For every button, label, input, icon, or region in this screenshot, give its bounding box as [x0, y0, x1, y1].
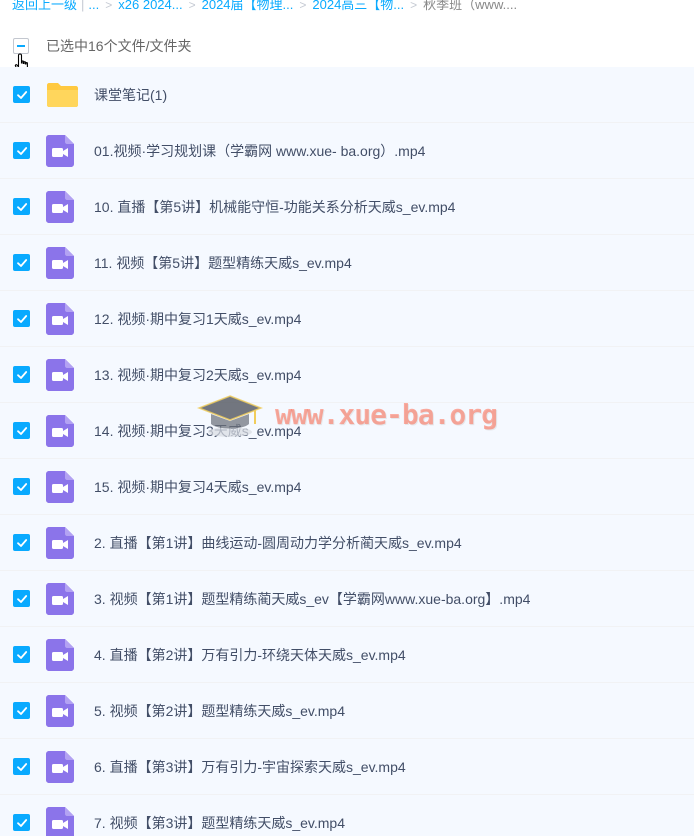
- list-header: 已选中16个文件/文件夹: [0, 28, 694, 75]
- chevron-right-icon: >: [299, 0, 307, 12]
- breadcrumb-divider: |: [81, 0, 85, 12]
- file-row[interactable]: 5. 视频【第2讲】题型精练天威s_ev.mp4: [0, 683, 694, 739]
- file-name[interactable]: 12. 视频·期中复习1天威s_ev.mp4: [94, 309, 301, 329]
- file-name[interactable]: 10. 直播【第5讲】机械能守恒-功能关系分析天威s_ev.mp4: [94, 197, 455, 217]
- checkmark-icon: [16, 818, 27, 827]
- folder-name[interactable]: 课堂笔记(1): [94, 85, 167, 105]
- row-checkbox[interactable]: [13, 86, 30, 103]
- chevron-right-icon: >: [188, 0, 196, 12]
- breadcrumb-item[interactable]: 2024高三【物...: [312, 0, 404, 12]
- file-row[interactable]: 6. 直播【第3讲】万有引力-宇宙探索天威s_ev.mp4: [0, 739, 694, 795]
- video-file-icon: [46, 134, 94, 167]
- video-file-icon: [46, 750, 94, 783]
- file-name[interactable]: 7. 视频【第3讲】题型精练天威s_ev.mp4: [94, 813, 345, 833]
- selection-count-text: 已选中16个文件/文件夹: [46, 38, 192, 54]
- file-name[interactable]: 14. 视频·期中复习3天威s_ev.mp4: [94, 421, 301, 441]
- file-row[interactable]: 14. 视频·期中复习3天威s_ev.mp4: [0, 403, 694, 459]
- checkmark-icon: [16, 314, 27, 323]
- chevron-right-icon: >: [105, 0, 113, 12]
- breadcrumb: 返回上一级 |... > x26 2024... >2024届【物理... >2024高三…: [0, 0, 694, 14]
- video-file-icon: [46, 638, 94, 671]
- breadcrumb-ellipsis[interactable]: ...: [88, 0, 99, 12]
- file-list: 课堂笔记(1) 01.视频·学习规划课（学霸网 www.xue- ba.org）.…: [0, 67, 694, 836]
- file-name[interactable]: 4. 直播【第2讲】万有引力-环绕天体天威s_ev.mp4: [94, 645, 406, 665]
- checkmark-icon: [16, 762, 27, 771]
- video-file-icon: [46, 414, 94, 447]
- video-file-icon: [46, 358, 94, 391]
- video-file-icon: [46, 246, 94, 279]
- chevron-right-icon: >: [410, 0, 418, 12]
- checkmark-icon: [16, 258, 27, 267]
- row-checkbox[interactable]: [13, 422, 30, 439]
- checkmark-icon: [16, 650, 27, 659]
- file-name[interactable]: 3. 视频【第1讲】题型精练蔺天威s_ev【学霸网www.xue-ba.org】…: [94, 589, 530, 609]
- row-checkbox[interactable]: [13, 814, 30, 831]
- checkmark-icon: [16, 370, 27, 379]
- file-name[interactable]: 11. 视频【第5讲】题型精练天威s_ev.mp4: [94, 253, 352, 273]
- row-checkbox[interactable]: [13, 646, 30, 663]
- file-row[interactable]: 7. 视频【第3讲】题型精练天威s_ev.mp4: [0, 795, 694, 836]
- video-file-icon: [46, 526, 94, 559]
- file-row[interactable]: 11. 视频【第5讲】题型精练天威s_ev.mp4: [0, 235, 694, 291]
- file-row[interactable]: 10. 直播【第5讲】机械能守恒-功能关系分析天威s_ev.mp4: [0, 179, 694, 235]
- row-checkbox[interactable]: [13, 198, 30, 215]
- file-name[interactable]: 13. 视频·期中复习2天威s_ev.mp4: [94, 365, 301, 385]
- file-name[interactable]: 15. 视频·期中复习4天威s_ev.mp4: [94, 477, 301, 497]
- breadcrumb-item[interactable]: x26 2024...: [118, 0, 182, 12]
- row-checkbox[interactable]: [13, 142, 30, 159]
- file-row[interactable]: 12. 视频·期中复习1天威s_ev.mp4: [0, 291, 694, 347]
- row-checkbox[interactable]: [13, 366, 30, 383]
- checkmark-icon: [16, 594, 27, 603]
- file-row[interactable]: 3. 视频【第1讲】题型精练蔺天威s_ev【学霸网www.xue-ba.org】…: [0, 571, 694, 627]
- file-name[interactable]: 2. 直播【第1讲】曲线运动-圆周动力学分析蔺天威s_ev.mp4: [94, 533, 462, 553]
- breadcrumb-item[interactable]: 2024届【物理...: [202, 0, 294, 12]
- file-row[interactable]: 课堂笔记(1): [0, 67, 694, 123]
- row-checkbox[interactable]: [13, 702, 30, 719]
- back-link[interactable]: 返回上一级: [12, 0, 77, 12]
- video-file-icon: [46, 694, 94, 727]
- file-row[interactable]: 4. 直播【第2讲】万有引力-环绕天体天威s_ev.mp4: [0, 627, 694, 683]
- row-checkbox[interactable]: [13, 758, 30, 775]
- row-checkbox[interactable]: [13, 310, 30, 327]
- file-browser: 返回上一级 |... > x26 2024... >2024届【物理... >2024高三…: [0, 0, 694, 836]
- row-checkbox[interactable]: [13, 254, 30, 271]
- video-file-icon: [46, 806, 94, 836]
- file-row[interactable]: 01.视频·学习规划课（学霸网 www.xue- ba.org）.mp4: [0, 123, 694, 179]
- file-row[interactable]: 13. 视频·期中复习2天威s_ev.mp4: [0, 347, 694, 403]
- partial-check-icon: [17, 45, 25, 47]
- file-row[interactable]: 2. 直播【第1讲】曲线运动-圆周动力学分析蔺天威s_ev.mp4: [0, 515, 694, 571]
- checkmark-icon: [16, 202, 27, 211]
- file-row[interactable]: 15. 视频·期中复习4天威s_ev.mp4: [0, 459, 694, 515]
- row-checkbox[interactable]: [13, 590, 30, 607]
- video-file-icon: [46, 190, 94, 223]
- checkmark-icon: [16, 538, 27, 547]
- video-file-icon: [46, 302, 94, 335]
- video-file-icon: [46, 470, 94, 503]
- select-all-checkbox[interactable]: [13, 38, 29, 54]
- video-file-icon: [46, 582, 94, 615]
- file-name[interactable]: 5. 视频【第2讲】题型精练天威s_ev.mp4: [94, 701, 345, 721]
- checkmark-icon: [16, 706, 27, 715]
- row-checkbox[interactable]: [13, 534, 30, 551]
- folder-icon: [46, 82, 94, 108]
- checkmark-icon: [16, 90, 27, 99]
- file-name[interactable]: 6. 直播【第3讲】万有引力-宇宙探索天威s_ev.mp4: [94, 757, 406, 777]
- breadcrumb-current: 秋季班（www....: [423, 0, 518, 12]
- file-name[interactable]: 01.视频·学习规划课（学霸网 www.xue- ba.org）.mp4: [94, 141, 425, 161]
- row-checkbox[interactable]: [13, 478, 30, 495]
- checkmark-icon: [16, 426, 27, 435]
- checkmark-icon: [16, 482, 27, 491]
- checkmark-icon: [16, 146, 27, 155]
